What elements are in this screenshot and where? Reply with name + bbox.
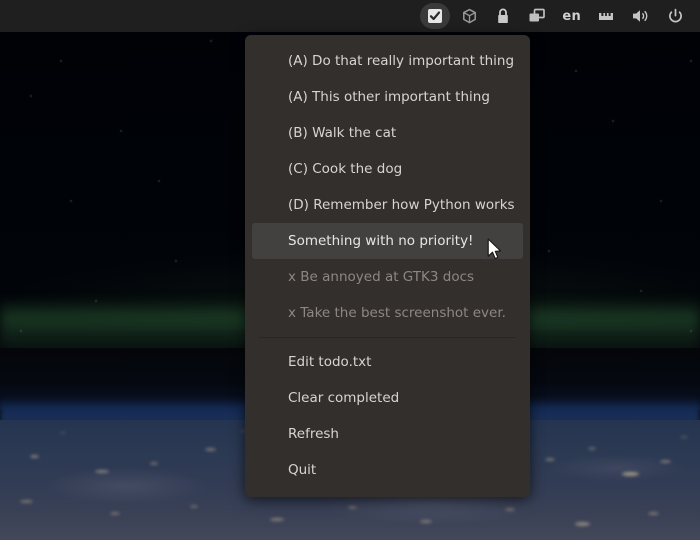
city-light — [660, 460, 671, 463]
padlock-icon — [495, 8, 511, 25]
window-stack-icon — [528, 8, 546, 24]
star — [210, 40, 212, 42]
star — [158, 180, 160, 182]
menu-item-task-c-cook-the-dog[interactable]: (C) Cook the dog — [252, 151, 523, 187]
menu-item-quit[interactable]: Quit — [252, 452, 523, 488]
tray-item-windows[interactable] — [522, 3, 552, 29]
star — [30, 95, 32, 97]
tray-item-network[interactable] — [591, 3, 621, 29]
speaker-volume-icon — [631, 8, 650, 24]
city-light — [190, 505, 198, 508]
star — [660, 200, 662, 202]
city-light — [420, 520, 432, 523]
city-light — [575, 522, 590, 526]
star — [95, 300, 97, 302]
package-box-icon — [461, 8, 478, 25]
city-light — [110, 512, 120, 515]
star — [175, 260, 177, 262]
ethernet-icon — [597, 9, 615, 24]
todo-popup-menu: (A) Do that really important thing(A) Th… — [245, 35, 530, 497]
keyboard-layout-label: en — [562, 9, 581, 24]
city-light — [588, 447, 596, 450]
star — [612, 120, 614, 122]
star — [690, 330, 692, 332]
tray-item-updates[interactable] — [454, 3, 484, 29]
city-light — [150, 462, 158, 465]
menu-item-task-x-be-annoyed-at-gtk3-docs[interactable]: x Be annoyed at GTK3 docs — [252, 259, 523, 295]
power-button-icon — [667, 8, 684, 25]
tray-item-lock[interactable] — [488, 3, 518, 29]
tray-item-todo[interactable] — [420, 3, 450, 29]
menu-item-task-something-with-no-priority[interactable]: Something with no priority! — [252, 223, 523, 259]
city-light — [95, 470, 109, 473]
menu-item-edit-todo-txt[interactable]: Edit todo.txt — [252, 344, 523, 380]
star — [120, 130, 122, 132]
menu-item-task-d-remember-how-python-works[interactable]: (D) Remember how Python works — [252, 187, 523, 223]
star — [70, 200, 72, 202]
menu-item-task-b-walk-the-cat[interactable]: (B) Walk the cat — [252, 115, 523, 151]
tray-item-keyboard-layout[interactable]: en — [556, 3, 587, 29]
star — [20, 330, 22, 332]
city-light — [545, 458, 555, 461]
top-panel: en — [0, 0, 700, 32]
menu-item-task-x-take-the-best-screenshot-ever[interactable]: x Take the best screenshot ever. — [252, 295, 523, 331]
menu-item-clear-completed[interactable]: Clear completed — [252, 380, 523, 416]
task-list: (A) Do that really important thing(A) Th… — [245, 43, 530, 331]
city-light — [348, 506, 357, 509]
city-light — [30, 455, 39, 458]
tray-item-volume[interactable] — [625, 3, 656, 29]
star — [60, 60, 62, 62]
menu-separator — [259, 337, 516, 338]
star — [548, 250, 550, 252]
action-list: Edit todo.txtClear completedRefreshQuit — [245, 344, 530, 488]
star — [575, 70, 577, 72]
city-light — [270, 518, 284, 521]
city-light — [648, 512, 659, 515]
city-light — [20, 500, 33, 503]
city-light — [60, 432, 66, 434]
city-light — [205, 448, 216, 451]
star — [690, 60, 692, 62]
city-light — [622, 472, 639, 476]
city-light — [505, 508, 515, 511]
checkbox-checked-icon — [427, 8, 443, 24]
city-light — [680, 436, 688, 438]
menu-item-refresh[interactable]: Refresh — [252, 416, 523, 452]
tray-item-power[interactable] — [660, 3, 690, 29]
menu-item-task-a-do-that-really-important-thing[interactable]: (A) Do that really important thing — [252, 43, 523, 79]
menu-item-task-a-this-other-important-thing[interactable]: (A) This other important thing — [252, 79, 523, 115]
mouse-cursor — [487, 238, 503, 266]
star — [640, 290, 642, 292]
